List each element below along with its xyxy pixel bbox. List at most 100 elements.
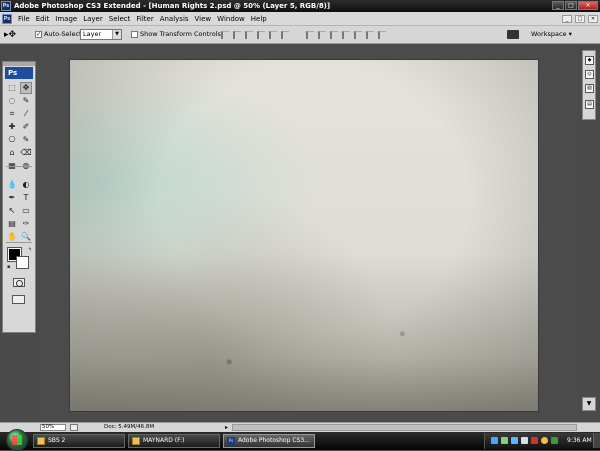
path-select-icon[interactable]: ✒ <box>6 192 18 204</box>
eraser-tool-icon[interactable]: ⌂ <box>6 147 18 159</box>
doc-minimize-button[interactable]: _ <box>562 15 572 23</box>
3d-rotate-icon[interactable]: ▤ <box>6 218 18 230</box>
status-menu-arrow[interactable]: ▸ <box>225 423 228 432</box>
lasso-tool-icon[interactable]: ◌ <box>6 95 18 107</box>
scroll-down-button[interactable]: ▼ <box>582 397 596 411</box>
window-title: Adobe Photoshop CS3 Extended - [Human Ri… <box>14 2 331 10</box>
marquee-tool-icon[interactable]: ⬚ <box>6 82 18 94</box>
menu-select[interactable]: Select <box>106 14 134 24</box>
align-vcenter-icon[interactable] <box>233 31 241 39</box>
document-frame <box>69 59 539 412</box>
align-buttons <box>221 31 293 40</box>
image-canvas[interactable] <box>70 60 538 411</box>
options-bar: ▸✥ ✓ Auto-Select: Layer ▼ Show Transform… <box>0 26 600 44</box>
align-top-icon[interactable] <box>221 31 229 39</box>
taskbar-item-label: SBS 2 <box>48 437 66 444</box>
document-logo-icon[interactable]: Ps <box>2 14 12 24</box>
doc-close-button[interactable]: ✕ <box>588 15 598 23</box>
security-icon[interactable] <box>531 437 538 444</box>
bluetooth-icon[interactable] <box>511 437 518 444</box>
taskbar-item-maynard[interactable]: MAYNARD (F:) <box>128 434 220 448</box>
taskbar-item-photoshop[interactable]: Ps Adobe Photoshop CS3... <box>223 434 315 448</box>
distribute-bottom-icon[interactable] <box>330 31 338 39</box>
status-info-icon[interactable] <box>70 424 78 431</box>
folder-icon <box>132 437 140 445</box>
menu-edit[interactable]: Edit <box>33 14 53 24</box>
menu-view[interactable]: View <box>192 14 215 24</box>
menu-file[interactable]: File <box>15 14 33 24</box>
align-hcenter-icon[interactable] <box>269 31 277 39</box>
magic-wand-tool-icon[interactable]: ✎ <box>20 95 32 107</box>
menu-help[interactable]: Help <box>248 14 270 24</box>
distribute-vcenter-icon[interactable] <box>318 31 326 39</box>
doc-restore-button[interactable]: □ <box>575 15 585 23</box>
messenger-icon[interactable] <box>541 437 548 444</box>
distribute-left-icon[interactable] <box>342 31 350 39</box>
horizontal-scrollbar[interactable] <box>232 424 577 431</box>
crop-tool-icon[interactable]: ⌗ <box>6 108 18 120</box>
show-desktop-button[interactable] <box>593 433 600 448</box>
auto-select-checkbox[interactable]: ✓ <box>35 31 42 38</box>
move-tool-preset-icon[interactable]: ▸✥ <box>4 29 28 41</box>
pen-tool-icon[interactable]: 💧 <box>6 179 18 191</box>
distribute-buttons <box>306 31 390 40</box>
align-bottom-icon[interactable] <box>245 31 253 39</box>
channels-panel-icon[interactable]: ◎ <box>585 70 594 79</box>
menu-image[interactable]: Image <box>52 14 80 24</box>
toolbox-logo[interactable]: Ps <box>5 67 33 79</box>
battery-icon[interactable] <box>551 437 558 444</box>
chevron-down-icon: ▼ <box>112 30 121 39</box>
3d-orbit-icon[interactable]: ✑ <box>20 218 32 230</box>
healing-brush-icon[interactable]: ✚ <box>6 121 18 133</box>
photoshop-icon: Ps <box>227 437 235 445</box>
background-color-swatch[interactable] <box>16 256 29 269</box>
align-right-icon[interactable] <box>281 31 289 39</box>
default-colors-icon[interactable]: ▪ <box>7 264 10 270</box>
menu-layer[interactable]: Layer <box>80 14 106 24</box>
auto-select-dropdown[interactable]: Layer ▼ <box>80 29 122 40</box>
clone-stamp-icon[interactable]: ⎔ <box>6 134 18 146</box>
auto-select-label: Auto-Select: <box>44 30 84 38</box>
slice-tool-icon[interactable]: ⁄ <box>20 108 32 120</box>
show-transform-checkbox[interactable] <box>131 31 138 38</box>
eyedropper-tool-icon[interactable]: ▭ <box>20 205 32 217</box>
maximize-button[interactable]: □ <box>565 1 577 10</box>
panel-dock: ◆ ◎ ▧ ▤ ▼ <box>578 44 600 422</box>
minimize-button[interactable]: _ <box>552 1 564 10</box>
menu-filter[interactable]: Filter <box>133 14 156 24</box>
start-button[interactable] <box>6 429 28 451</box>
clock[interactable]: 9:36 AM <box>567 435 592 446</box>
workspace-button[interactable]: Workspace ▾ <box>531 30 572 39</box>
type-tool-icon[interactable]: ◐ <box>20 179 32 191</box>
close-button[interactable]: ✕ <box>578 1 598 10</box>
history-brush-icon[interactable]: ✎ <box>20 134 32 146</box>
shape-tool-icon[interactable]: T <box>20 192 32 204</box>
move-tool-icon[interactable]: ✥ <box>20 82 32 94</box>
layers-panel-icon[interactable]: ◆ <box>585 56 594 65</box>
brush-tool-icon[interactable]: ✐ <box>20 121 32 133</box>
volume-icon[interactable] <box>521 437 528 444</box>
workspace-icon[interactable] <box>507 30 519 39</box>
menu-analysis[interactable]: Analysis <box>157 14 192 24</box>
screen-mode-icon[interactable] <box>12 295 25 304</box>
distribute-hcenter-icon[interactable] <box>354 31 362 39</box>
sync-icon[interactable] <box>501 437 508 444</box>
toolbox-grip[interactable] <box>3 62 35 66</box>
swap-colors-icon[interactable]: ↰ <box>28 247 32 253</box>
menu-window[interactable]: Window <box>214 14 248 24</box>
paths-panel-icon[interactable]: ▧ <box>585 84 594 93</box>
align-left-icon[interactable] <box>257 31 265 39</box>
notes-tool-icon[interactable]: ↖ <box>6 205 18 217</box>
show-transform-label: Show Transform Controls <box>140 30 221 38</box>
zoom-field[interactable]: 50% <box>40 424 66 431</box>
history-panel-icon[interactable]: ▤ <box>585 100 594 109</box>
auto-align-icon[interactable] <box>378 31 386 39</box>
toolbox-divider <box>6 166 32 167</box>
distribute-right-icon[interactable] <box>366 31 374 39</box>
quick-mask-icon[interactable] <box>13 278 25 287</box>
gradient-tool-icon[interactable]: ⌫ <box>20 147 32 159</box>
taskbar-item-sbs2[interactable]: SBS 2 <box>33 434 125 448</box>
network-icon[interactable] <box>491 437 498 444</box>
auto-select-value: Layer <box>83 30 102 38</box>
distribute-top-icon[interactable] <box>306 31 314 39</box>
